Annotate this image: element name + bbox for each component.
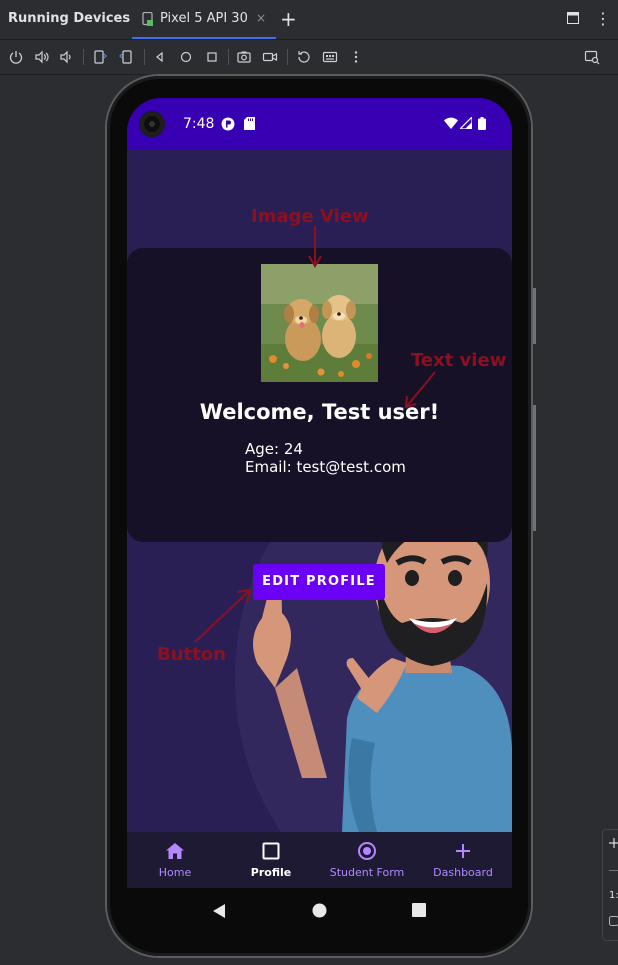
status-bar: 7:48 <box>127 98 512 150</box>
home-icon <box>166 843 184 859</box>
nav-label-student-form: Student Form <box>329 866 405 879</box>
cell-signal-icon <box>460 117 472 129</box>
zoom-in-icon[interactable] <box>609 838 618 848</box>
toolbar-divider <box>144 49 145 65</box>
screen-record-icon[interactable] <box>262 49 278 65</box>
annotation-arrow-icon <box>404 371 436 409</box>
nav-recents-icon[interactable] <box>412 903 426 917</box>
toolbar-divider <box>83 49 84 65</box>
zoom-level-text: 1: <box>609 890 618 901</box>
window-title: Running Devices <box>8 11 131 26</box>
app-notification-icon <box>221 117 235 131</box>
more-options-icon[interactable]: ⋮ <box>595 9 611 28</box>
zoom-divider <box>609 870 618 871</box>
screenshot-icon[interactable] <box>236 49 252 65</box>
power-icon[interactable] <box>8 49 24 65</box>
annotation-text-view: Text view <box>411 350 507 371</box>
phone-volume-button <box>533 405 536 531</box>
annotation-button: Button <box>157 644 226 665</box>
square-icon <box>262 842 280 860</box>
toolbar-divider <box>287 49 288 65</box>
keyboard-icon[interactable] <box>322 49 338 65</box>
front-camera <box>139 111 165 137</box>
puppies-photo-icon <box>261 264 378 382</box>
maximize-icon[interactable] <box>567 12 579 24</box>
nav-back-icon[interactable] <box>212 903 226 919</box>
annotation-arrow-icon <box>308 226 322 268</box>
rotate-left-icon[interactable] <box>92 49 108 65</box>
rotate-right-icon[interactable] <box>118 49 134 65</box>
home-button-icon[interactable] <box>178 49 194 65</box>
nav-label-home: Home <box>158 866 192 879</box>
device-tab-icon <box>142 12 153 26</box>
age-text: Age: 24 <box>245 440 303 458</box>
more-actions-icon[interactable] <box>348 49 364 65</box>
close-tab-icon[interactable]: × <box>256 11 266 25</box>
email-text: Email: test@test.com <box>245 458 406 476</box>
system-navigation-bar <box>127 888 512 934</box>
nav-label-dashboard: Dashboard <box>433 866 493 879</box>
nav-item-profile[interactable]: Profile <box>223 832 319 888</box>
nav-item-home[interactable]: Home <box>127 832 223 888</box>
device-tab-label: Pixel 5 API 30 <box>160 11 248 26</box>
sd-card-icon <box>244 117 255 130</box>
edit-profile-button[interactable]: EDIT PROFILE <box>253 564 385 600</box>
new-tab-button[interactable]: + <box>280 7 297 31</box>
fit-screen-icon[interactable] <box>609 916 618 926</box>
annotation-image-view: Image View <box>251 206 369 227</box>
active-tab-indicator <box>132 37 276 39</box>
nav-item-dashboard[interactable]: Dashboard <box>415 832 511 888</box>
nav-label-profile: Profile <box>250 866 292 879</box>
ide-tab-bar: Running Devices Pixel 5 API 30 × + ⋮ <box>0 0 618 40</box>
status-time: 7:48 <box>183 116 215 132</box>
nav-item-student-form[interactable]: Student Form <box>319 832 415 888</box>
profile-image <box>261 264 378 382</box>
overview-icon[interactable] <box>204 49 220 65</box>
layout-inspector-icon[interactable] <box>584 49 600 65</box>
back-icon[interactable] <box>152 49 168 65</box>
plus-icon <box>456 844 470 858</box>
snapshot-icon[interactable] <box>296 49 312 65</box>
radio-icon <box>358 842 376 860</box>
volume-down-icon[interactable] <box>58 49 74 65</box>
wifi-icon <box>444 117 458 129</box>
battery-icon <box>478 117 486 130</box>
phone-side-button <box>533 288 536 344</box>
welcome-text: Welcome, Test user! <box>199 400 440 424</box>
device-tab[interactable]: Pixel 5 API 30 × <box>132 0 276 39</box>
volume-up-icon[interactable] <box>34 49 50 65</box>
annotation-arrow-icon <box>194 588 252 643</box>
device-screen: 7:48 Welcome, Test user! Age: 24 Email: … <box>127 98 512 888</box>
toolbar-divider <box>228 49 229 65</box>
zoom-controls-panel: 1: <box>602 829 618 941</box>
device-toolbar <box>0 40 618 75</box>
nav-home-icon[interactable] <box>312 903 327 918</box>
bottom-navigation: Home Profile Student Form Dashboard <box>127 832 512 888</box>
